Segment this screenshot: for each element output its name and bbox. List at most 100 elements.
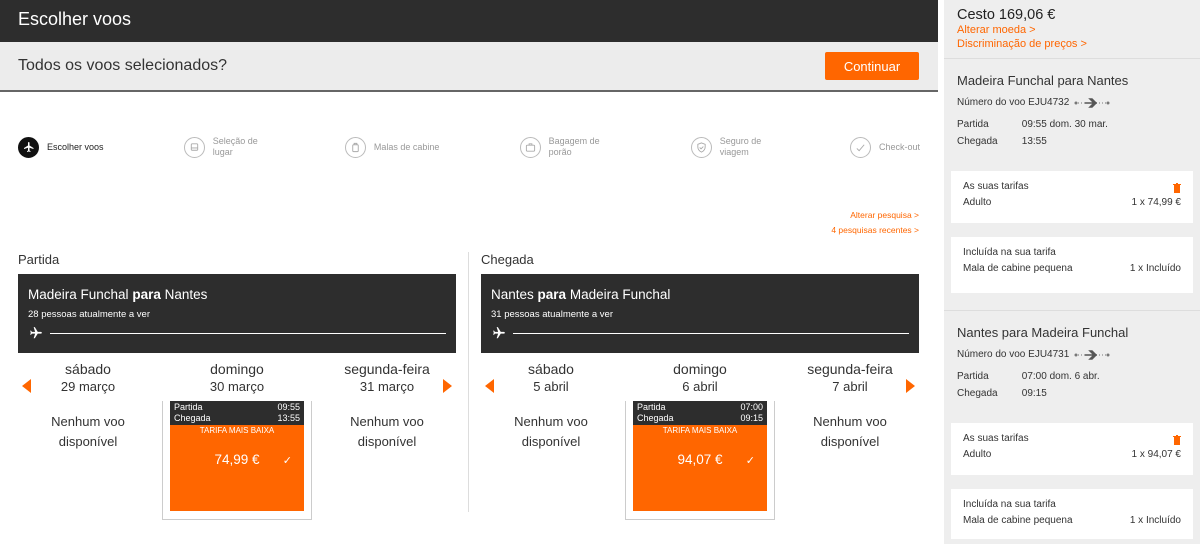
step-choose-flights[interactable]: Escolher voos: [18, 136, 104, 158]
check-icon: ✓: [745, 455, 755, 467]
flight-path-icon: [1074, 349, 1110, 360]
checkout-icon: [849, 136, 871, 158]
seat-icon: [183, 136, 205, 158]
day-date: 31 março: [359, 379, 415, 394]
lowest-fare-tag: TARIFA MAIS BAIXA: [662, 426, 738, 435]
fares-box: As suas tarifas Adulto 1 x 74,99 €: [951, 171, 1193, 223]
basket-sidebar: Cesto 169,06 € Alterar moeda > Discrimin…: [944, 0, 1200, 544]
inbound-viewers: 31 pessoas atualmente a ver: [491, 309, 613, 320]
route-to: Nantes: [164, 287, 208, 302]
included-item: Mala de cabine pequena: [963, 263, 1073, 274]
inbound-route-box: Nantes para Madeira Funchal 31 pessoas a…: [481, 274, 919, 353]
arr-label: Chegada: [957, 388, 998, 399]
dep-label: Partida: [637, 402, 666, 412]
step-seat-selection[interactable]: Seleção de lugar: [183, 136, 265, 158]
dep-value: 07:00 dom. 6 abr.: [1021, 371, 1100, 382]
included-title: Incluída na sua tarifa: [963, 499, 1056, 510]
outbound-fare-card[interactable]: Partida 09:55 Chegada 13:55 TARIFA MAIS BA…: [162, 401, 312, 520]
column-divider: [468, 252, 469, 512]
outbound-day-0: sábado 29 março Nenhum voo disponível: [18, 361, 158, 452]
step-cabin-bags[interactable]: Malas de cabine: [344, 136, 440, 158]
no-flight-text: Nenhum voo disponível: [514, 414, 588, 449]
day-date: 7 abril: [832, 379, 868, 394]
outbound-column: Partida Madeira Funchal para Nantes 28 p…: [18, 252, 456, 521]
progress-steps: Escolher voos Seleção de lugar Malas de …: [18, 136, 920, 158]
plane-icon: [18, 136, 39, 158]
outbound-day-1: domingo 30 março: [167, 361, 307, 394]
step-hold-baggage[interactable]: Bagagem de porão: [519, 136, 611, 158]
day-name: domingo: [210, 361, 264, 377]
hold-bag-icon: [519, 136, 541, 158]
step-label: Malas de cabine: [373, 141, 440, 152]
fare-price-row: 94,07 € ✓: [633, 452, 767, 467]
arr-time: 13:55: [277, 413, 300, 423]
route-line: [50, 332, 446, 334]
day-date: 29 março: [60, 379, 116, 394]
price-breakdown-link[interactable]: Discriminação de preços >: [957, 37, 1187, 51]
inbound-plane-line: [491, 326, 909, 340]
dep-label: Partida: [174, 402, 203, 412]
next-days-arrow[interactable]: [906, 379, 915, 393]
inbound-route: Nantes para Madeira Funchal: [491, 287, 909, 302]
trash-icon[interactable]: [1173, 435, 1181, 445]
next-days-arrow[interactable]: [443, 379, 452, 393]
fares-box: As suas tarifas Adulto 1 x 94,07 €: [951, 423, 1193, 475]
continue-button[interactable]: Continuar: [825, 52, 919, 80]
basket-header: Cesto 169,06 € Alterar moeda > Discrimin…: [944, 0, 1200, 58]
day-date: 5 abril: [533, 379, 569, 394]
dep-time: 09:55: [277, 402, 300, 412]
cabin-bag-icon: [344, 136, 366, 158]
step-checkout[interactable]: Check-out: [849, 136, 920, 158]
no-flight-text: Nenhum voo disponível: [350, 414, 424, 449]
step-travel-insurance[interactable]: Seguro de viagem: [690, 136, 770, 158]
day-date: 6 abril: [682, 379, 718, 394]
segment-times: Partida 09:55 dom. 30 mar. Chegada 13:55: [957, 116, 1187, 150]
dep-label: Partida: [957, 371, 989, 382]
arr-time: 09:15: [740, 413, 763, 423]
outbound-route-box: Madeira Funchal para Nantes 28 pessoas a…: [18, 274, 456, 353]
selection-bar: Todos os voos selecionados? Continuar: [0, 42, 938, 92]
fare-times: Partida 07:00 Chegada 09:15: [633, 401, 767, 425]
recent-searches-link[interactable]: 4 pesquisas recentes >: [831, 223, 919, 238]
pax-type: Adulto: [963, 449, 992, 460]
included-value: 1 x Incluído: [1129, 263, 1181, 274]
route-connector: para: [132, 287, 161, 302]
included-title: Incluída na sua tarifa: [963, 247, 1056, 258]
outbound-viewers: 28 pessoas atualmente a ver: [28, 309, 150, 320]
fares-title: As suas tarifas: [963, 433, 1029, 444]
step-label: Check-out: [878, 141, 920, 152]
fares-title: As suas tarifas: [963, 181, 1029, 192]
inbound-days: sábado 5 abril Nenhum voo disponível dom…: [481, 361, 919, 521]
page-title: Escolher voos: [18, 9, 132, 29]
outbound-day-2: segunda-feira 31 março Nenhum voo dispon…: [317, 361, 457, 452]
outbound-plane-line: [28, 326, 446, 340]
no-flight-text: Nenhum voo disponível: [51, 414, 125, 449]
lowest-fare-tag: TARIFA MAIS BAIXA: [199, 426, 275, 435]
arr-label: Chegada: [957, 136, 998, 147]
flight-number: Número do voo EJU4732: [957, 97, 1187, 108]
route-connector: para: [537, 287, 567, 302]
trash-icon[interactable]: [1173, 183, 1181, 193]
fare-card-inner: Partida 09:55 Chegada 13:55 TARIFA MAIS BA…: [170, 401, 304, 511]
route-to: Madeira Funchal: [569, 287, 671, 302]
segment-times: Partida 07:00 dom. 6 abr. Chegada 09:15: [957, 368, 1187, 402]
search-links: Alterar pesquisa > 4 pesquisas recentes …: [831, 208, 919, 238]
inbound-fare-card[interactable]: Partida 07:00 Chegada 09:15 TARIFA MAIS BA…: [625, 401, 775, 520]
dep-value: 09:55 dom. 30 mar.: [1021, 119, 1108, 130]
step-label: Seguro de viagem: [719, 136, 762, 157]
change-currency-link[interactable]: Alterar moeda >: [957, 23, 1187, 37]
fare-price: 94,07 €: [677, 452, 723, 467]
included-box: Incluída na sua tarifa Mala de cabine pe…: [951, 489, 1193, 539]
basket-segment-outbound: Madeira Funchal para Nantes Número do vo…: [944, 58, 1200, 310]
day-name: domingo: [673, 361, 727, 377]
alter-search-link[interactable]: Alterar pesquisa >: [831, 208, 919, 223]
included-item: Mala de cabine pequena: [963, 515, 1073, 526]
flight-path-icon: [1074, 97, 1110, 108]
page-header: Escolher voos: [0, 0, 938, 42]
arr-label: Chegada: [174, 413, 211, 423]
inbound-day-1: domingo 6 abril: [630, 361, 770, 394]
day-name: sábado: [528, 361, 574, 377]
inbound-column: Chegada Nantes para Madeira Funchal 31 p…: [481, 252, 919, 521]
step-label: Seleção de lugar: [212, 136, 258, 157]
selection-question: Todos os voos selecionados?: [18, 57, 228, 74]
